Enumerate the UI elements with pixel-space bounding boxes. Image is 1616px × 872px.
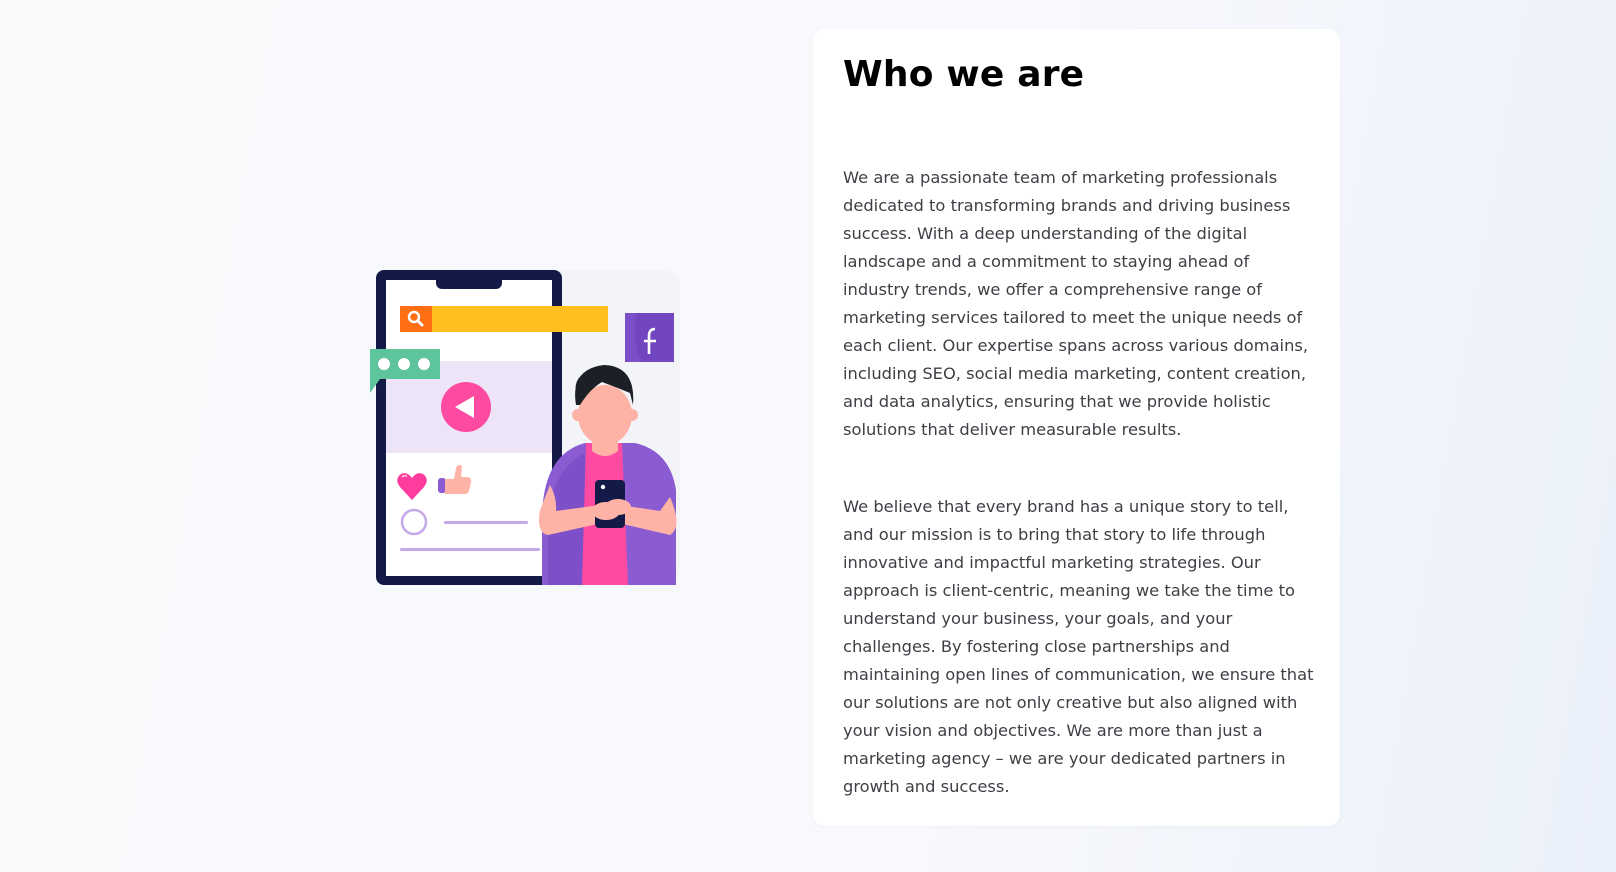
section-title: Who we are: [843, 54, 1085, 95]
play-button-icon: [441, 382, 491, 432]
facebook-icon: [625, 313, 674, 362]
list-line: [400, 548, 540, 551]
about-illustration: [370, 265, 695, 585]
about-paragraph-1: We are a passionate team of marketing pr…: [843, 168, 1309, 440]
about-paragraph-2: We believe that every brand has a unique…: [843, 497, 1314, 797]
about-card: Who we are We are a passionate team of m…: [813, 29, 1340, 826]
search-bar: [400, 306, 608, 332]
list-line: [444, 521, 528, 524]
